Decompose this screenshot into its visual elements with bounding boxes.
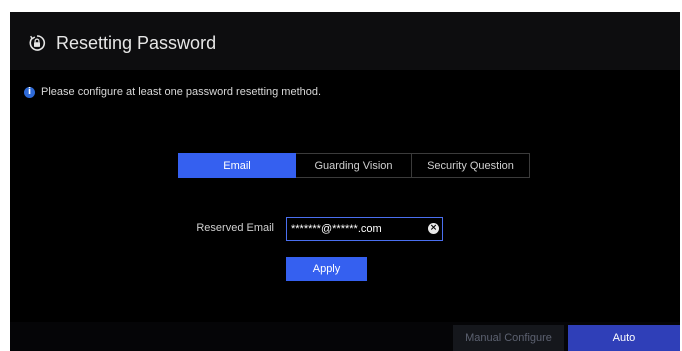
tab-guarding-vision[interactable]: Guarding Vision — [296, 153, 412, 178]
reserved-email-label: Reserved Email — [196, 222, 274, 234]
info-text: Please configure at least one password r… — [41, 86, 322, 98]
reserved-email-input[interactable] — [286, 217, 443, 241]
info-message: i Please configure at least one password… — [24, 84, 321, 100]
manual-configure-button[interactable]: Manual Configure — [453, 325, 564, 351]
info-icon: i — [24, 86, 35, 98]
tab-email[interactable]: Email — [178, 153, 296, 178]
dialog-title: Resetting Password — [56, 33, 217, 53]
title-bar: Resetting Password — [10, 12, 680, 70]
lock-reset-icon — [29, 35, 46, 51]
reset-method-tabs: Email Guarding Vision Security Question — [178, 153, 530, 178]
auto-button[interactable]: Auto — [568, 325, 680, 351]
tab-security-question[interactable]: Security Question — [412, 153, 530, 178]
resetting-password-dialog: Resetting Password i Please configure at… — [10, 12, 680, 351]
clear-circle-icon[interactable]: × — [428, 223, 439, 234]
apply-button[interactable]: Apply — [286, 257, 367, 281]
